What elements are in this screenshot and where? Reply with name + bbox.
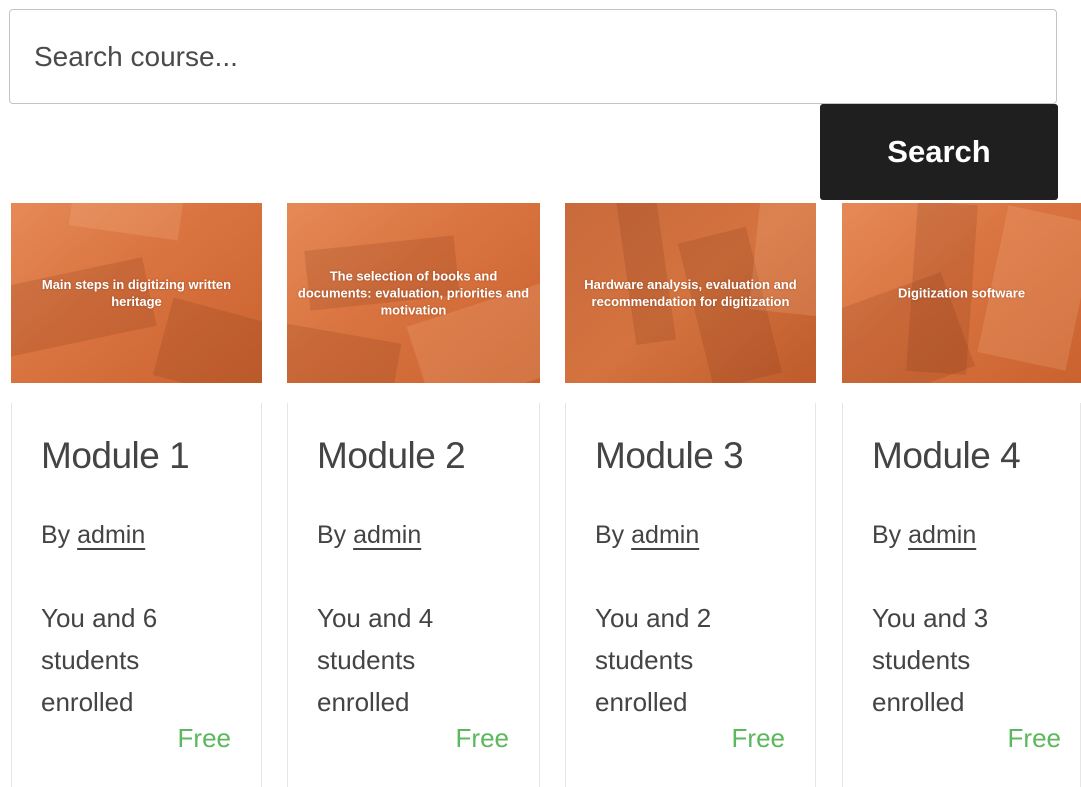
module-title[interactable]: Module 2 xyxy=(317,435,466,477)
author-prefix: By xyxy=(317,521,347,549)
book-illustration xyxy=(152,297,262,383)
course-thumbnail[interactable]: Main steps in digitizing written heritag… xyxy=(11,203,262,383)
enrollment-count: You and 2 students enrolled xyxy=(595,603,712,717)
enrollment-count: You and 3 students enrolled xyxy=(872,603,989,717)
course-card-module-2[interactable]: The selection of books and documents: ev… xyxy=(287,203,540,787)
course-card-body: Module 2 By admin You and 4 students enr… xyxy=(287,403,540,787)
course-thumbnail[interactable]: The selection of books and documents: ev… xyxy=(287,203,540,383)
price-label: Free xyxy=(177,723,231,753)
author-prefix: By xyxy=(41,521,71,549)
author-line: By admin xyxy=(317,521,421,550)
course-card-module-3[interactable]: Hardware analysis, evaluation and recomm… xyxy=(565,203,816,787)
course-thumbnail[interactable]: Digitization software xyxy=(842,203,1081,383)
author-prefix: By xyxy=(872,521,902,549)
book-illustration xyxy=(614,203,676,346)
book-illustration xyxy=(287,323,402,383)
author-line: By admin xyxy=(41,521,145,550)
author-line: By admin xyxy=(595,521,699,550)
course-card-module-4[interactable]: Digitization software Module 4 By admin … xyxy=(842,203,1081,787)
author-link[interactable]: admin xyxy=(77,521,145,549)
enrollment-count: You and 6 students enrolled xyxy=(41,603,158,717)
module-title[interactable]: Module 1 xyxy=(41,435,190,477)
thumbnail-caption: Digitization software xyxy=(897,285,1026,301)
price-label: Free xyxy=(455,723,509,753)
price-label: Free xyxy=(731,723,785,753)
course-card-body: Module 1 By admin You and 6 students enr… xyxy=(11,403,262,787)
thumbnail-caption: Hardware analysis, evaluation and recomm… xyxy=(584,277,797,309)
price-label: Free xyxy=(1007,723,1061,753)
course-card-body: Module 3 By admin You and 2 students enr… xyxy=(565,403,816,787)
author-prefix: By xyxy=(595,521,625,549)
author-link[interactable]: admin xyxy=(908,521,976,549)
course-card-module-1[interactable]: Main steps in digitizing written heritag… xyxy=(11,203,262,787)
author-link[interactable]: admin xyxy=(631,521,699,549)
module-title[interactable]: Module 3 xyxy=(595,435,744,477)
course-thumbnail[interactable]: Hardware analysis, evaluation and recomm… xyxy=(565,203,816,383)
search-input[interactable] xyxy=(9,9,1057,104)
thumbnail-caption: The selection of books and documents: ev… xyxy=(297,268,530,318)
module-title[interactable]: Module 4 xyxy=(872,435,1021,477)
thumbnail-caption: Main steps in digitizing written heritag… xyxy=(41,277,232,309)
author-line: By admin xyxy=(872,521,976,550)
author-link[interactable]: admin xyxy=(353,521,421,549)
enrollment-count: You and 4 students enrolled xyxy=(317,603,434,717)
search-button[interactable]: Search xyxy=(820,104,1058,200)
book-illustration xyxy=(68,203,184,241)
course-card-body: Module 4 By admin You and 3 students enr… xyxy=(842,403,1081,787)
